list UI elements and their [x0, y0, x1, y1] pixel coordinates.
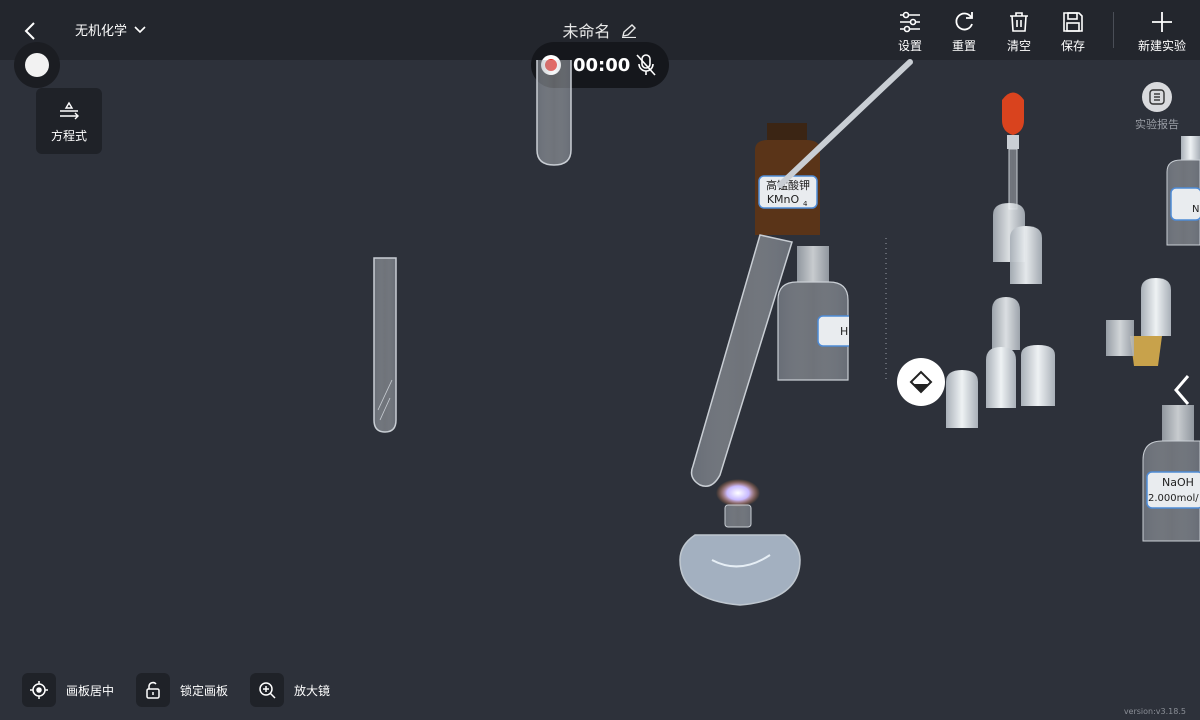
trash-icon — [1010, 12, 1028, 32]
toolbar-divider — [1113, 12, 1114, 48]
subject-label: 无机化学 — [75, 24, 128, 39]
back-button[interactable] — [18, 18, 44, 44]
lock-icon — [136, 673, 170, 707]
equation-icon — [60, 101, 79, 120]
equation-label: 方程式 — [50, 129, 87, 143]
top-right-bottle-label: N — [1192, 204, 1199, 215]
report-icon — [1142, 82, 1172, 112]
version-text: version:v3.18.5 — [1123, 707, 1186, 716]
clear-button[interactable]: 清空 — [992, 10, 1046, 54]
target-icon — [22, 673, 56, 707]
h-bottle-label: H — [840, 325, 848, 338]
report-button[interactable]: 实验报告 — [1128, 82, 1186, 132]
plus-icon — [1152, 12, 1172, 32]
experiment-title[interactable]: 未命名 — [562, 22, 610, 41]
naoh-conc: 2.000mol/ — [1148, 493, 1199, 504]
naoh-bottle[interactable]: NaOH 2.000mol/ — [1142, 405, 1200, 542]
chevron-left-icon — [1174, 375, 1190, 405]
settings-label: 设置 — [897, 39, 922, 53]
top-right-bottle[interactable]: N — [1166, 136, 1200, 246]
lock-board-label: 锁定画板 — [180, 683, 229, 698]
save-label: 保存 — [1060, 39, 1085, 53]
back-icon — [24, 22, 35, 40]
kmno4-bottle[interactable]: 高锰酸钾 KMnO 4 — [755, 123, 820, 235]
save-button[interactable]: 保存 — [1046, 10, 1100, 54]
dropper[interactable] — [1002, 92, 1024, 210]
recording-time: 00:00 — [573, 55, 631, 76]
chevron-down-icon — [134, 25, 146, 33]
avatar[interactable] — [14, 42, 60, 88]
reset-icon — [955, 12, 973, 31]
settings-button[interactable]: 设置 — [883, 10, 937, 54]
lock-board-button[interactable]: 锁定画板 — [136, 673, 228, 707]
drip-handle[interactable] — [897, 358, 945, 406]
mic-off-icon — [636, 54, 656, 76]
kmno4-subscript: 4 — [803, 200, 808, 208]
reset-button[interactable]: 重置 — [937, 10, 991, 54]
subject-dropdown[interactable]: 无机化学 — [75, 20, 147, 39]
kmno4-name: 高锰酸钾 — [766, 178, 810, 192]
kmno4-formula: KMnO — [767, 193, 800, 206]
report-label: 实验报告 — [1135, 118, 1179, 131]
center-board-label: 画板居中 — [66, 683, 115, 698]
magnifier-label: 放大镜 — [294, 683, 331, 698]
reset-label: 重置 — [951, 39, 976, 53]
equation-button[interactable]: 方程式 — [36, 88, 102, 154]
zoom-in-icon — [250, 673, 284, 707]
clear-label: 清空 — [1006, 39, 1031, 53]
save-icon — [1063, 12, 1083, 32]
bell-jars[interactable] — [946, 203, 1171, 428]
center-board-button[interactable]: 画板居中 — [22, 673, 114, 707]
mic-off-button[interactable] — [634, 52, 658, 82]
side-panel-toggle[interactable] — [1160, 360, 1200, 420]
test-tube-tilted[interactable] — [690, 234, 793, 487]
h-bottle[interactable]: H — [777, 246, 859, 381]
record-icon[interactable] — [541, 55, 561, 75]
new-experiment-button[interactable]: 新建实验 — [1133, 10, 1191, 54]
glass-rod[interactable] — [777, 59, 913, 188]
new-experiment-label: 新建实验 — [1137, 39, 1186, 53]
alcohol-lamp[interactable] — [679, 479, 801, 606]
settings-icon — [900, 11, 920, 33]
lab-canvas[interactable]: 高锰酸钾 KMnO 4 H N NaOH 2.000mol/ — [0, 0, 1200, 720]
test-tube-left[interactable] — [373, 257, 397, 433]
naoh-name: NaOH — [1162, 476, 1194, 489]
magnifier-button[interactable]: 放大镜 — [250, 673, 330, 707]
